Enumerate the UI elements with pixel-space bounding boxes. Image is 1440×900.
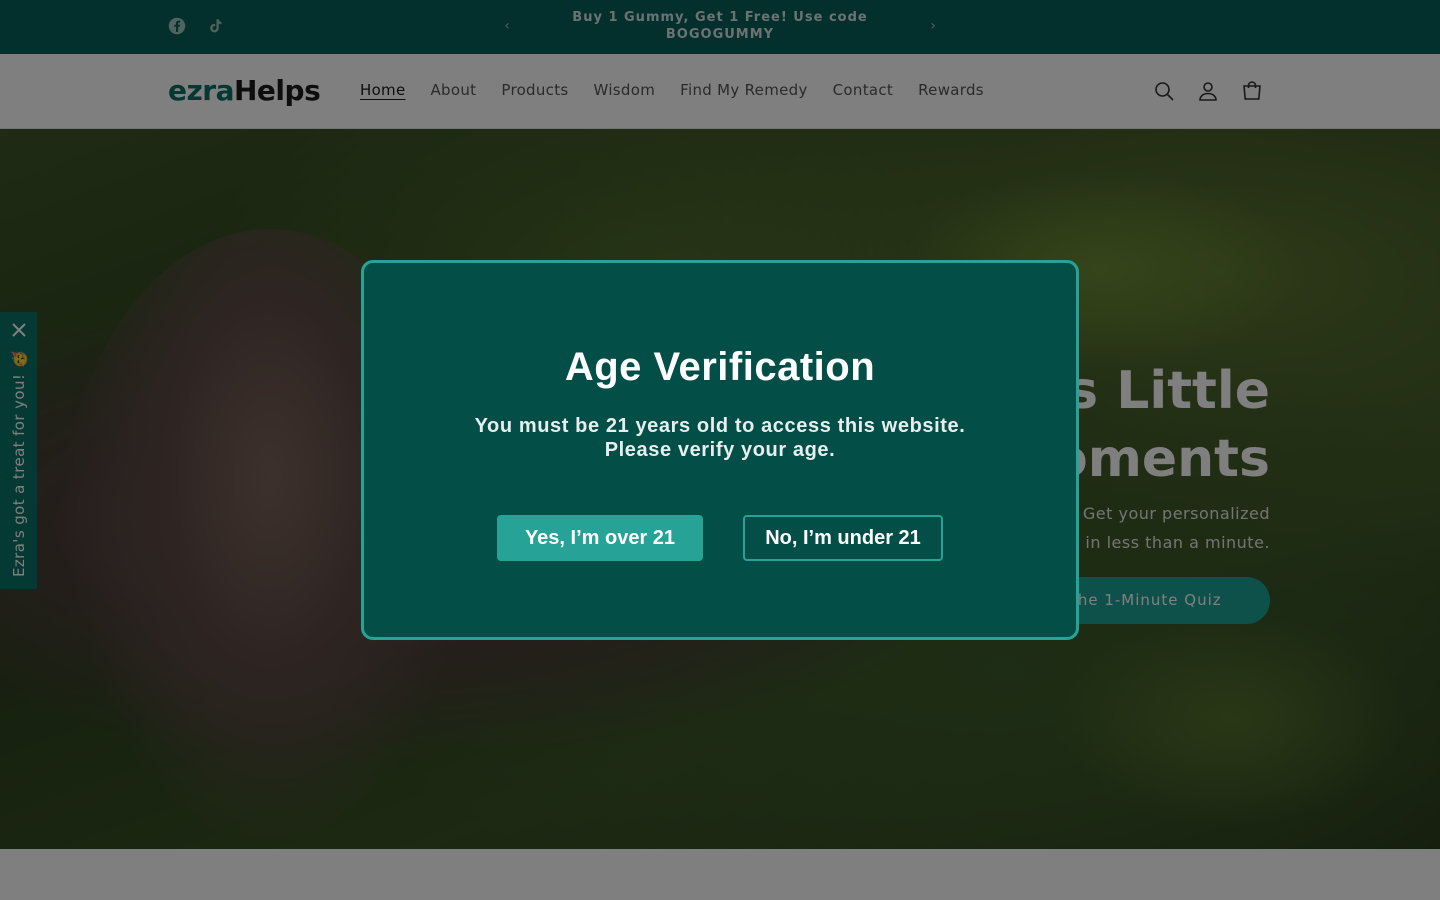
modal-title: Age Verification xyxy=(564,345,876,389)
modal-message: You must be 21 years old to access this … xyxy=(444,414,996,462)
age-verification-modal: Age Verification You must be 21 years ol… xyxy=(361,260,1079,640)
over-21-button[interactable]: Yes, I’m over 21 xyxy=(497,515,703,561)
modal-message-line: Please verify your age. xyxy=(604,439,836,461)
under-21-button[interactable]: No, I’m under 21 xyxy=(743,515,943,561)
modal-message-line: You must be 21 years old to access this … xyxy=(474,415,966,437)
